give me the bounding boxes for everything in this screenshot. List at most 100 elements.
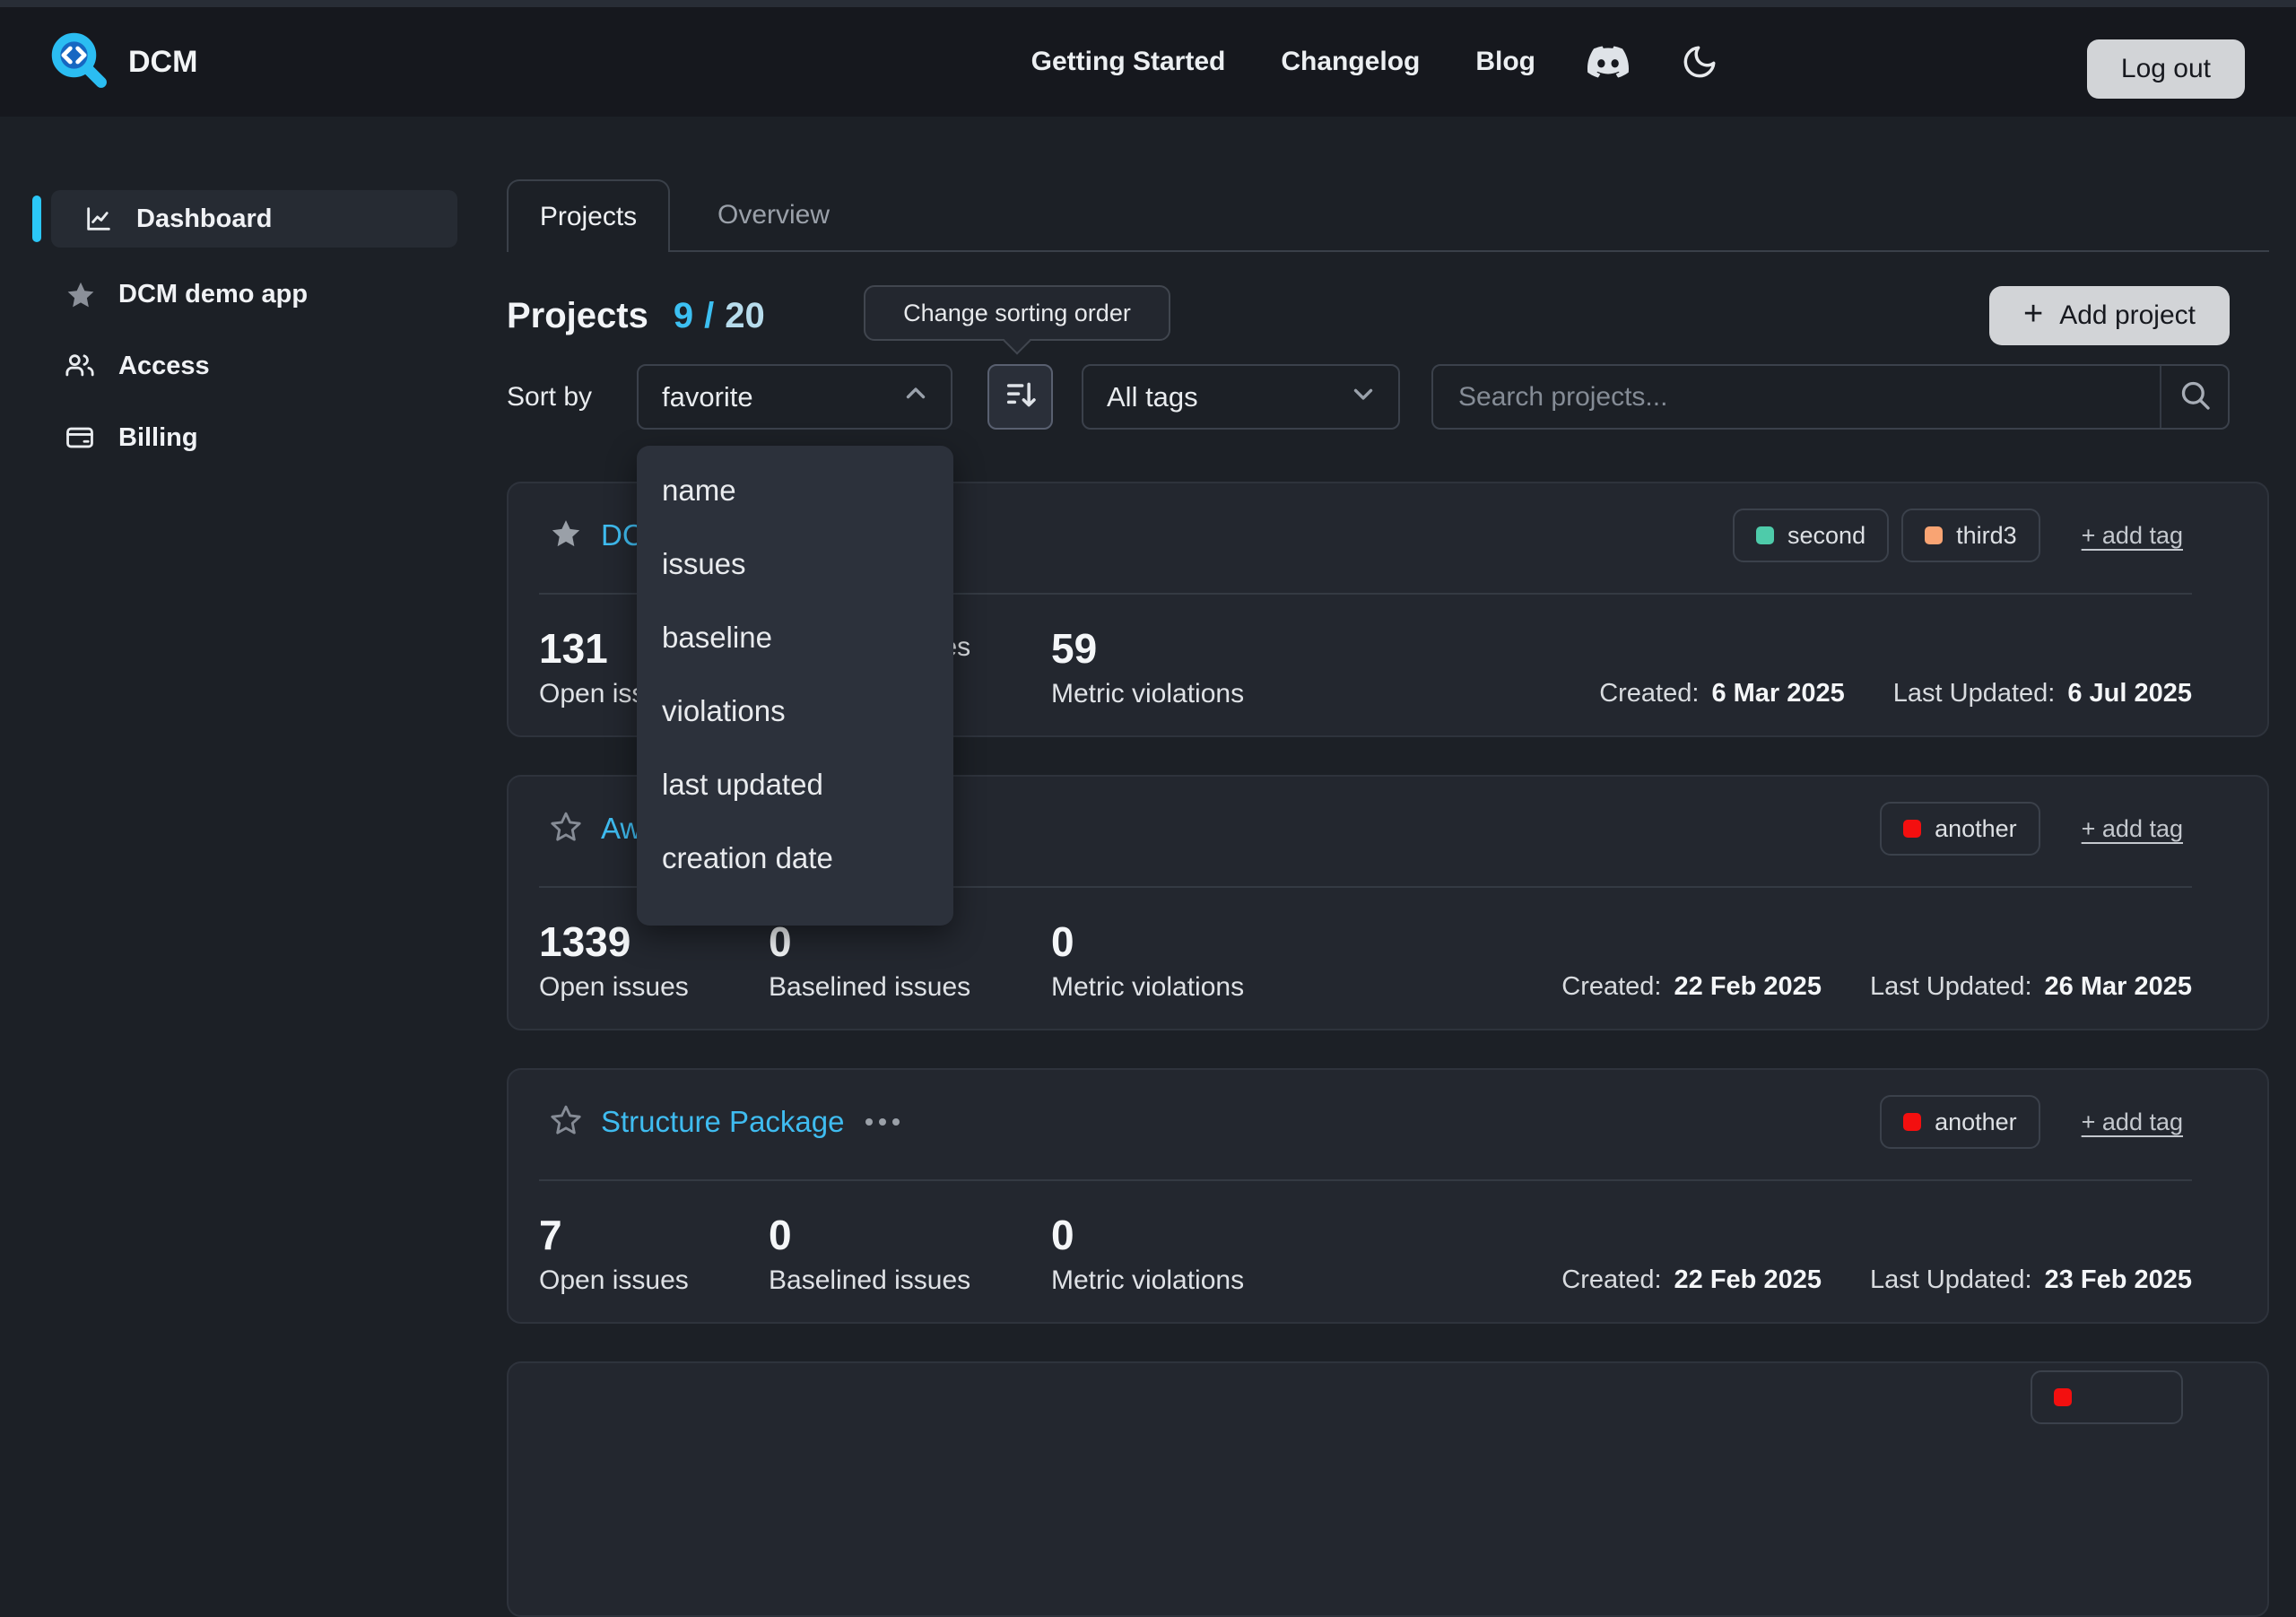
tag-label: third3 [1956, 522, 2017, 550]
nav-link-getting-started[interactable]: Getting Started [1031, 47, 1226, 77]
tag-color-swatch [1756, 526, 1774, 544]
navbar: DCM Getting Started Changelog Blog Log o… [0, 7, 2296, 117]
stat-baselined-issues: 0 Baselined issues [769, 918, 970, 1003]
project-name-link[interactable]: Structure Package [601, 1105, 844, 1139]
sidebar-item-label: Access [118, 352, 210, 381]
tag-list: another + add tag [1867, 1095, 2183, 1149]
plus-icon: + [2023, 297, 2043, 331]
chart-line-icon [83, 204, 114, 234]
discord-icon[interactable] [1587, 41, 1629, 83]
project-card-header: Aw [549, 802, 641, 856]
sidebar-item-label: Billing [118, 423, 198, 453]
last-updated-date: 26 Mar 2025 [2045, 972, 2192, 1002]
chevron-down-icon [1348, 378, 1378, 416]
tag-color-swatch [2054, 1388, 2072, 1406]
tag-pill[interactable]: another [1880, 1095, 2040, 1149]
tag-list: second third3 + add tag [1720, 509, 2183, 562]
tag-pill[interactable]: another [1880, 802, 2040, 856]
last-updated-label: Last Updated: [1870, 1265, 2032, 1295]
brand[interactable]: DCM [49, 7, 197, 117]
stat-baselined-issues: 0 Baselined issues [769, 1212, 970, 1296]
tag-label: second [1787, 522, 1866, 550]
sort-option-creation-date[interactable]: creation date [637, 822, 953, 895]
last-updated-date: 23 Feb 2025 [2045, 1265, 2192, 1295]
search-input[interactable] [1433, 366, 2160, 428]
add-tag-link[interactable]: + add tag [2082, 815, 2183, 843]
project-card-header: DC [549, 509, 644, 562]
sort-by-label: Sort by [507, 364, 592, 430]
sort-option-name[interactable]: name [637, 454, 953, 527]
brand-name: DCM [128, 45, 197, 80]
add-tag-link[interactable]: + add tag [2082, 522, 2183, 550]
card-divider [539, 1179, 2192, 1181]
tag-pill[interactable] [2031, 1370, 2183, 1424]
favorite-star-filled-icon[interactable] [549, 517, 583, 555]
stat-label: Open issues [539, 972, 689, 1003]
credit-card-icon [65, 422, 95, 453]
sidebar: Dashboard DCM demo app Access Billing [27, 190, 457, 474]
sidebar-item-dashboard[interactable]: Dashboard [51, 190, 457, 248]
created-date: 22 Feb 2025 [1674, 1265, 1822, 1295]
stat-label: Metric violations [1051, 679, 1244, 709]
star-filled-icon [65, 279, 95, 309]
sort-option-issues[interactable]: issues [637, 527, 953, 601]
stat-value: 0 [769, 1212, 970, 1258]
sort-field-select[interactable]: favorite [637, 364, 952, 430]
tab-overview[interactable]: Overview [718, 179, 830, 250]
search-box [1431, 364, 2230, 430]
tag-list: another + add tag [1867, 802, 2183, 856]
stat-value: 7 [539, 1212, 689, 1258]
page-header: Projects 9 / 20 + Add project [507, 286, 2269, 345]
nav-links: Getting Started Changelog Blog [976, 7, 1718, 117]
card-dates: Created: 22 Feb 2025 Last Updated: 26 Ma… [1561, 972, 2192, 1002]
dcm-logo-icon [49, 30, 109, 94]
sort-option-last-updated[interactable]: last updated [637, 748, 953, 822]
tag-pill[interactable]: third3 [1901, 509, 2040, 562]
tag-list [2018, 1370, 2183, 1424]
tab-projects[interactable]: Projects [507, 179, 670, 252]
sidebar-list: DCM demo app Access Billing [27, 258, 457, 474]
project-name-link[interactable]: Aw [601, 812, 641, 846]
sidebar-item-access[interactable]: Access [27, 330, 457, 402]
dark-mode-moon-icon[interactable] [1681, 43, 1718, 81]
sort-field-value: favorite [662, 381, 753, 413]
project-card-header: Structure Package [549, 1095, 900, 1149]
add-tag-link[interactable]: + add tag [2082, 1108, 2183, 1136]
favorite-star-outline-icon[interactable] [549, 1103, 583, 1142]
sort-descending-icon [1003, 377, 1039, 417]
sort-option-baseline[interactable]: baseline [637, 601, 953, 674]
stat-label: Metric violations [1051, 1265, 1244, 1296]
more-menu-icon[interactable] [865, 1118, 900, 1126]
chevron-up-icon [900, 378, 931, 416]
add-project-button[interactable]: + Add project [1989, 286, 2230, 345]
sidebar-item-dcm-demo-app[interactable]: DCM demo app [27, 258, 457, 330]
project-card [507, 1361, 2269, 1617]
project-count-total: 20 [725, 296, 765, 336]
stat-label: Baselined issues [769, 972, 970, 1003]
project-count-current: 9 [674, 296, 693, 336]
stat-value: 0 [1051, 1212, 1244, 1258]
sort-dropdown-menu: name issues baseline violations last upd… [637, 446, 953, 926]
created-date: 6 Mar 2025 [1711, 679, 1844, 709]
last-updated-date: 6 Jul 2025 [2067, 679, 2192, 709]
tag-color-swatch [1903, 1113, 1921, 1131]
stat-open-issues: 7 Open issues [539, 1212, 689, 1296]
tags-filter-select[interactable]: All tags [1082, 364, 1400, 430]
stat-metric-violations: 59 Metric violations [1051, 625, 1244, 709]
users-icon [65, 351, 95, 381]
nav-link-changelog[interactable]: Changelog [1281, 47, 1420, 77]
last-updated-label: Last Updated: [1893, 679, 2056, 709]
search-icon-button[interactable] [2160, 366, 2228, 428]
sort-order-button[interactable] [987, 364, 1053, 430]
tag-color-swatch [1925, 526, 1943, 544]
nav-link-blog[interactable]: Blog [1475, 47, 1535, 77]
tag-pill[interactable]: second [1733, 509, 1889, 562]
sidebar-item-billing[interactable]: Billing [27, 402, 457, 474]
tag-color-swatch [1903, 820, 1921, 838]
logout-button[interactable]: Log out [2087, 39, 2245, 99]
tooltip-text: Change sorting order [903, 300, 1131, 327]
sort-option-violations[interactable]: violations [637, 674, 953, 748]
spacer [1834, 1265, 1857, 1295]
favorite-star-outline-icon[interactable] [549, 810, 583, 848]
created-label: Created: [1599, 679, 1699, 709]
